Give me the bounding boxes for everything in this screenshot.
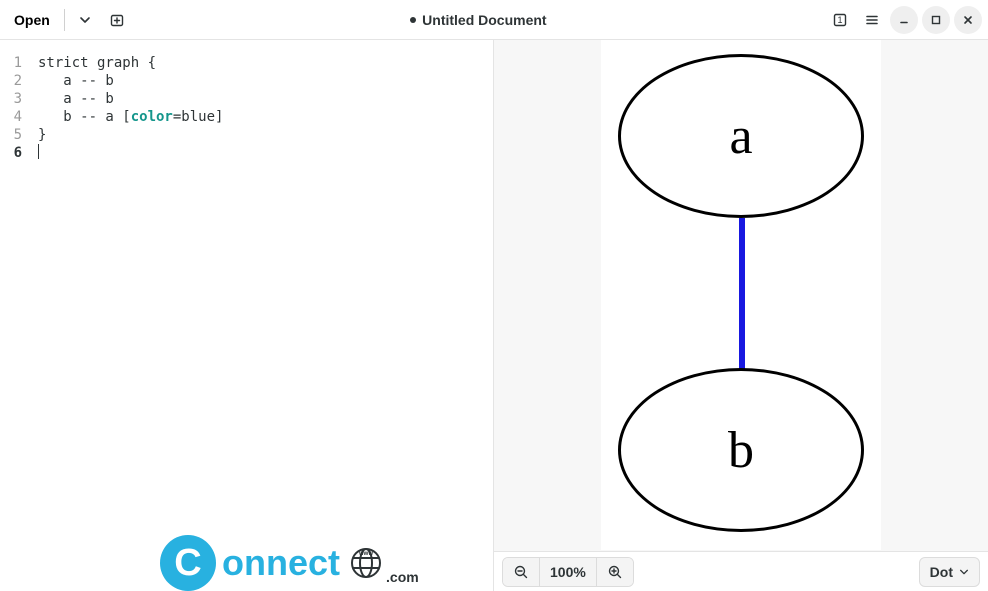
- line-number-gutter: 1 2 3 4 5 6: [0, 40, 30, 591]
- editor-pane: 1 2 3 4 5 6 strict graph { a -- b a -- b…: [0, 40, 494, 591]
- code-line: a -- b: [38, 91, 114, 107]
- close-button[interactable]: [954, 6, 982, 34]
- open-button[interactable]: Open: [6, 8, 58, 32]
- open-recent-button[interactable]: [71, 6, 99, 34]
- chevron-down-icon: [959, 567, 969, 577]
- code-line: }: [38, 127, 46, 143]
- zoom-out-button[interactable]: [503, 558, 540, 586]
- line-number-current: 6: [0, 144, 22, 162]
- zoom-in-button[interactable]: [596, 558, 633, 586]
- preview-canvas[interactable]: a b: [494, 40, 988, 551]
- separator: [64, 9, 65, 31]
- close-icon: [962, 14, 974, 26]
- line-number: 1: [0, 54, 22, 72]
- document-title: Untitled Document: [422, 12, 546, 28]
- engine-label: Dot: [930, 564, 953, 580]
- hamburger-menu-button[interactable]: [858, 6, 886, 34]
- titlebar-left: Open: [6, 6, 131, 34]
- keyword: color: [131, 109, 173, 125]
- preview-toolbar: 100% Dot: [494, 551, 988, 591]
- zoom-level[interactable]: 100%: [540, 558, 596, 586]
- minimize-icon: [898, 14, 910, 26]
- preview-pane: a b 100% Dot: [494, 40, 988, 591]
- hamburger-menu-icon: [864, 12, 880, 28]
- graph-node-a: a: [618, 54, 864, 218]
- code-editor[interactable]: strict graph { a -- b a -- b b -- a [col…: [30, 40, 493, 591]
- line-number: 3: [0, 90, 22, 108]
- new-tab-icon: [109, 12, 125, 28]
- text-cursor: [38, 144, 39, 159]
- graph-node-b: b: [618, 368, 864, 532]
- titlebar-right: 1: [826, 6, 982, 34]
- line-number: 2: [0, 72, 22, 90]
- code-line: strict graph {: [38, 55, 156, 71]
- new-tab-button[interactable]: [103, 6, 131, 34]
- zoom-controls: 100%: [502, 557, 634, 587]
- svg-text:1: 1: [837, 15, 842, 25]
- zoom-out-icon: [513, 564, 529, 580]
- titlebar-center: Untitled Document: [131, 12, 826, 28]
- panel-toggle-icon: 1: [832, 12, 848, 28]
- code-line: a -- b: [38, 73, 114, 89]
- zoom-in-icon: [607, 564, 623, 580]
- engine-select[interactable]: Dot: [919, 557, 980, 587]
- graph-render: a b: [601, 40, 881, 550]
- chevron-down-icon: [79, 14, 91, 26]
- panel-toggle-button[interactable]: 1: [826, 6, 854, 34]
- line-number: 4: [0, 108, 22, 126]
- minimize-button[interactable]: [890, 6, 918, 34]
- modified-indicator: [410, 17, 416, 23]
- titlebar: Open Untitled Document 1: [0, 0, 988, 40]
- main: 1 2 3 4 5 6 strict graph { a -- b a -- b…: [0, 40, 988, 591]
- graph-edge: [739, 218, 745, 372]
- maximize-icon: [930, 14, 942, 26]
- code-line: b -- a [color=blue]: [38, 109, 223, 125]
- line-number: 5: [0, 126, 22, 144]
- maximize-button[interactable]: [922, 6, 950, 34]
